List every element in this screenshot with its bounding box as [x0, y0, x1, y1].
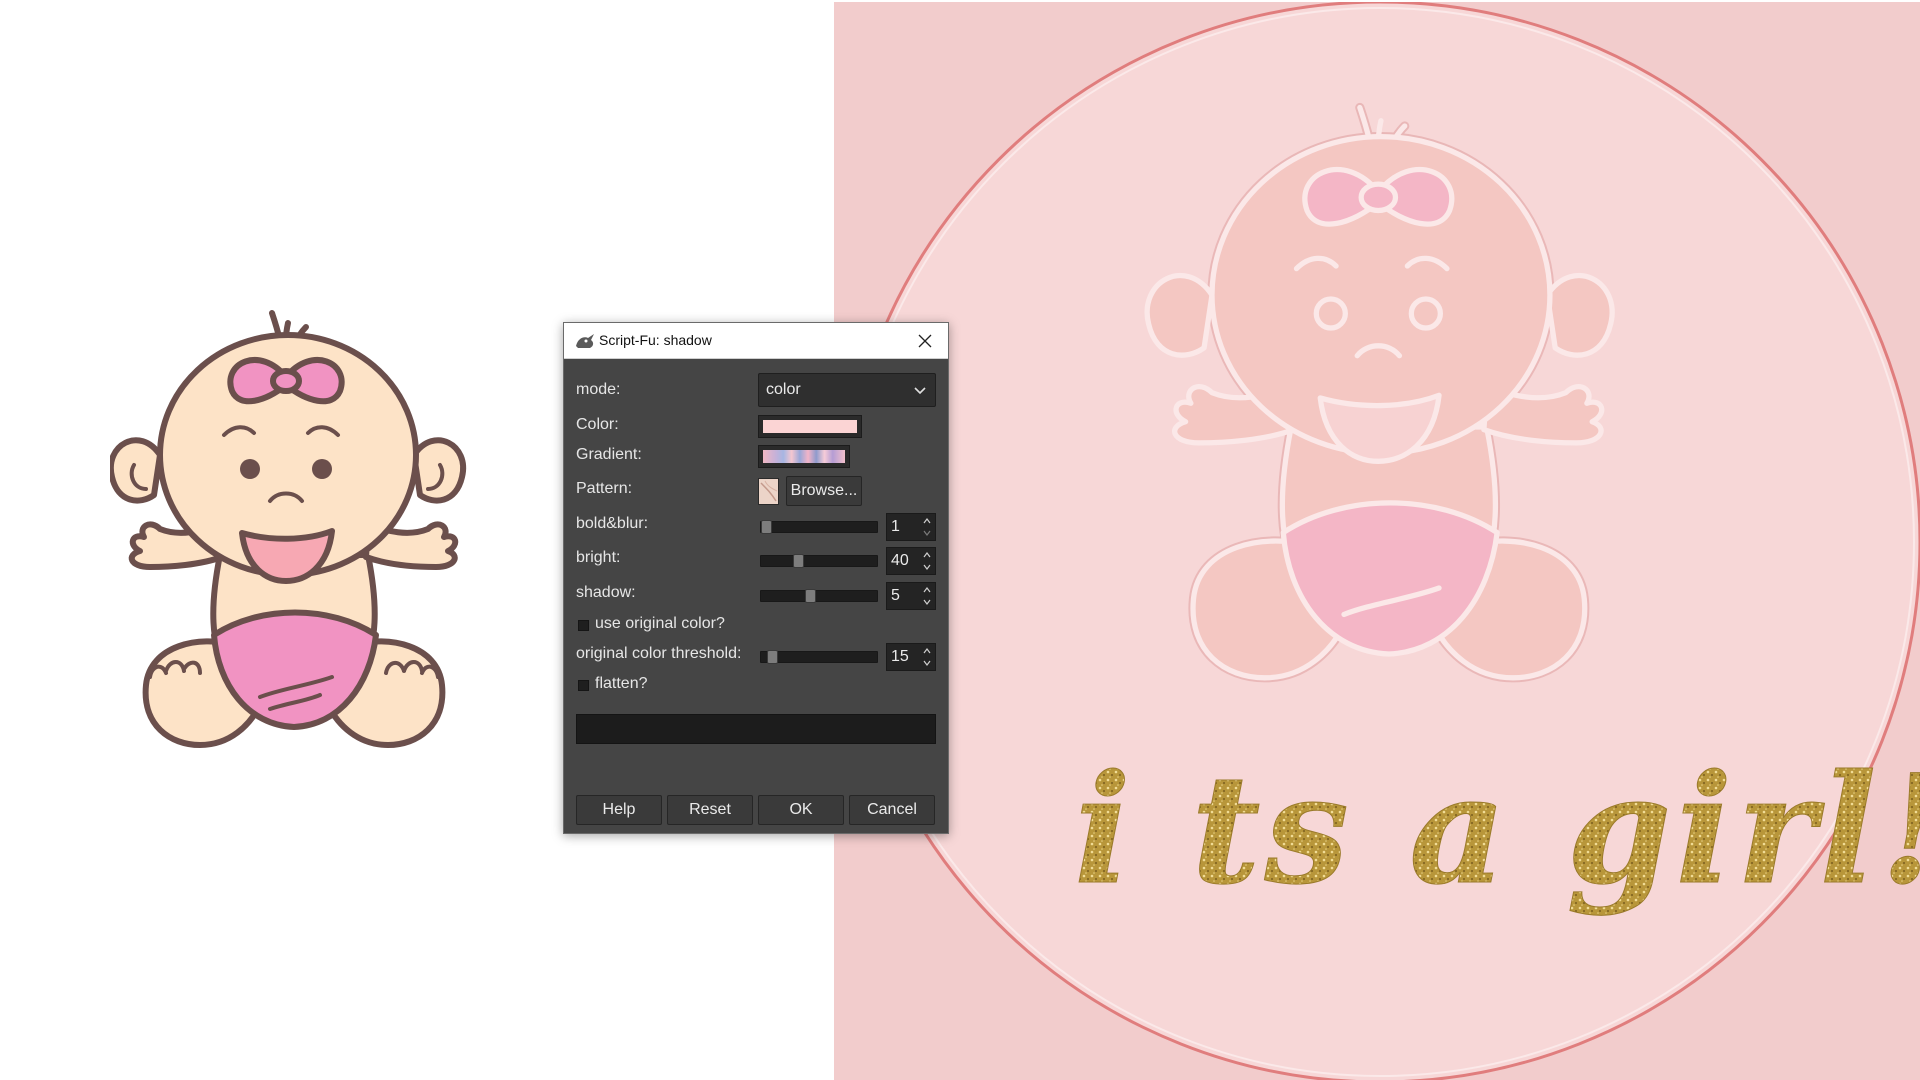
pattern-preview[interactable] — [758, 478, 779, 505]
bright-slider-handle[interactable] — [793, 554, 804, 568]
use-original-color-label[interactable]: use original color? — [595, 615, 725, 633]
threshold-spin-arrows[interactable] — [921, 645, 933, 669]
progress-bar — [576, 714, 936, 744]
dialog-titlebar[interactable]: Script-Fu: shadow — [564, 323, 948, 359]
cancel-button[interactable]: Cancel — [849, 795, 935, 825]
bold-blur-spin-arrows[interactable] — [921, 515, 933, 539]
flatten-label[interactable]: flatten? — [595, 675, 647, 693]
gradient-swatch — [763, 450, 845, 463]
glitter-text: i ts a girl! — [1074, 742, 1920, 918]
spin-down-icon[interactable] — [921, 561, 933, 573]
threshold-slider-handle[interactable] — [767, 650, 778, 664]
reset-button[interactable]: Reset — [667, 795, 753, 825]
close-icon — [918, 334, 932, 347]
shadow-label: shadow: — [576, 584, 636, 601]
spin-up-icon[interactable] — [921, 584, 933, 596]
flatten-checkbox[interactable] — [578, 680, 589, 691]
bold-blur-slider-handle[interactable] — [761, 520, 772, 534]
baby-illustration — [110, 310, 467, 748]
mode-label: mode: — [576, 381, 621, 398]
help-button[interactable]: Help — [576, 795, 662, 825]
threshold-input[interactable] — [891, 648, 919, 666]
original-color-threshold-slider[interactable] — [760, 650, 878, 664]
gradient-button[interactable] — [758, 445, 850, 468]
bold-blur-label: bold&blur: — [576, 515, 649, 532]
pattern-label: Pattern: — [576, 480, 633, 497]
color-swatch — [763, 420, 857, 433]
use-original-color-checkbox[interactable] — [578, 620, 589, 631]
bright-spinbox[interactable] — [886, 547, 936, 575]
dialog-title: Script-Fu: shadow — [599, 332, 712, 348]
gradient-label: Gradient: — [576, 446, 642, 463]
threshold-spinbox[interactable] — [886, 643, 936, 671]
bold-blur-slider[interactable] — [760, 520, 878, 534]
spin-up-icon[interactable] — [921, 549, 933, 561]
color-button[interactable] — [758, 415, 862, 438]
pattern-texture-icon — [759, 479, 778, 504]
bold-blur-spinbox[interactable] — [886, 513, 936, 541]
shadow-spinbox[interactable] — [886, 582, 936, 610]
shadow-spin-arrows[interactable] — [921, 584, 933, 608]
wilber-icon — [576, 334, 594, 348]
image-canvas: i ts a girl! — [834, 2, 1920, 1080]
bright-spin-arrows[interactable] — [921, 549, 933, 573]
bright-label: bright: — [576, 549, 621, 566]
script-fu-shadow-dialog: Script-Fu: shadow mode: color Color: Gra… — [563, 322, 949, 834]
original-color-threshold-label: original color threshold: — [576, 645, 742, 662]
close-button[interactable] — [902, 323, 948, 358]
spin-up-icon[interactable] — [921, 645, 933, 657]
bright-input[interactable] — [891, 552, 919, 570]
mode-value: color — [766, 381, 801, 398]
shadow-slider-handle[interactable] — [805, 589, 816, 603]
spin-down-icon[interactable] — [921, 657, 933, 669]
shadow-slider[interactable] — [760, 589, 878, 603]
ok-button[interactable]: OK — [758, 795, 844, 825]
shadow-input[interactable] — [891, 587, 919, 605]
mode-select[interactable]: color — [758, 373, 936, 407]
color-label: Color: — [576, 416, 619, 433]
bold-blur-input[interactable] — [891, 518, 919, 536]
spin-up-icon[interactable] — [921, 515, 933, 527]
embossed-art: i ts a girl! — [838, 2, 1920, 1080]
pattern-browse-button[interactable]: Browse... — [786, 476, 862, 506]
spin-down-icon[interactable] — [921, 527, 933, 539]
chevron-down-icon — [914, 387, 926, 395]
spin-down-icon[interactable] — [921, 596, 933, 608]
bright-slider[interactable] — [760, 554, 878, 568]
